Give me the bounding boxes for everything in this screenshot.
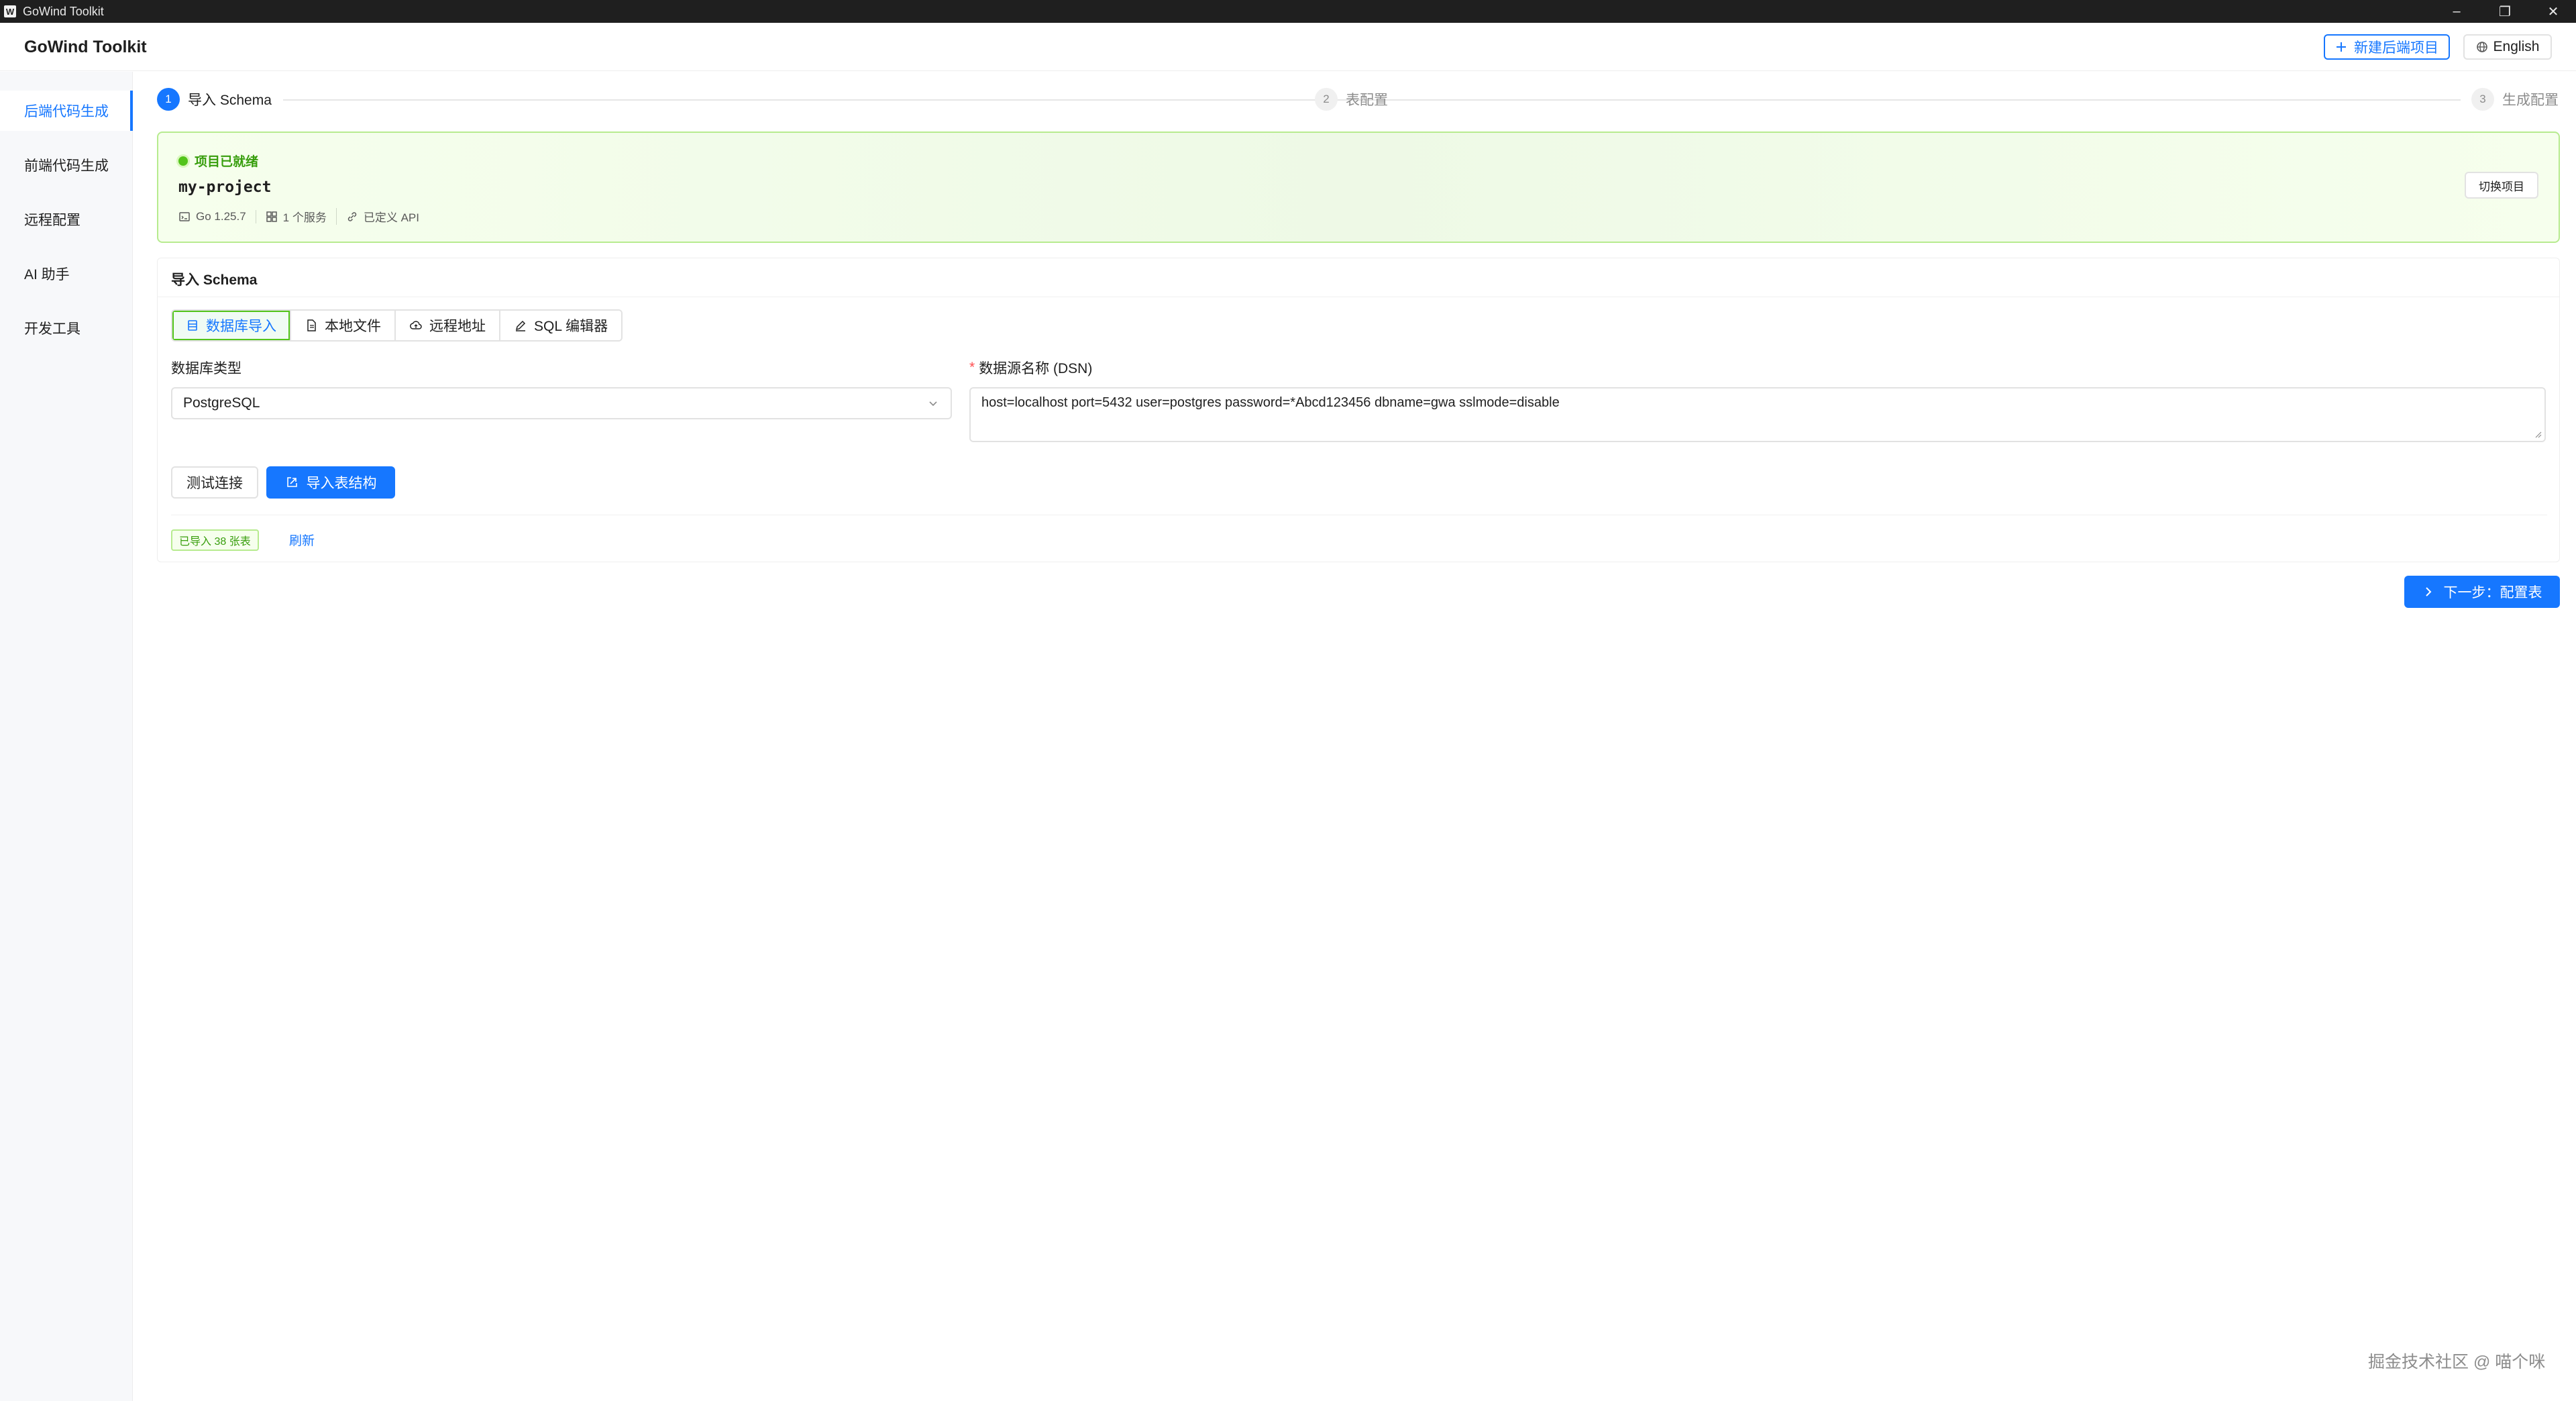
test-connection-button[interactable]: 测试连接 (171, 466, 258, 499)
required-mark: * (969, 360, 975, 375)
code-icon (179, 211, 190, 221)
tab-label: 数据库导入 (206, 319, 276, 334)
step-connector (1399, 99, 2461, 101)
project-ready-card: 项目已就绪 my-project Go 1.25.7 1 个服务 已定义 API… (157, 132, 2560, 243)
tab-label: 本地文件 (325, 319, 381, 334)
tab-remote-url[interactable]: 远程地址 (396, 311, 500, 340)
sidebar-item-dev-tools[interactable]: 开发工具 (0, 308, 133, 348)
next-step-button[interactable]: 下一步：配置表 (2404, 576, 2560, 608)
step-label: 导入 Schema (188, 93, 272, 108)
resize-grip-icon[interactable] (2534, 430, 2542, 438)
sidebar: 后端代码生成 前端代码生成 远程配置 AI 助手 开发工具 (0, 72, 133, 1401)
tab-database-import[interactable]: 数据库导入 (172, 311, 291, 340)
minimize-button[interactable]: – (2432, 0, 2481, 23)
api-meta: 已定义 API (337, 208, 429, 225)
api-defined: 已定义 API (363, 211, 419, 224)
language-button[interactable]: English (2463, 34, 2552, 60)
step-table-config[interactable]: 2 表配置 (1315, 86, 1388, 113)
panel-title: 导入 Schema (171, 272, 258, 288)
cloud-icon (410, 321, 422, 329)
dsn-label: * 数据源名称 (DSN) (969, 358, 1092, 378)
plus-icon (2337, 42, 2346, 52)
tab-local-file[interactable]: 本地文件 (291, 311, 396, 340)
restore-button[interactable]: ❐ (2481, 0, 2529, 23)
project-status: 项目已就绪 (178, 152, 258, 170)
go-version-meta: Go 1.25.7 (178, 209, 256, 223)
status-dot-icon (178, 156, 188, 166)
window-titlebar: W GoWind Toolkit – ❐ ✕ (0, 0, 2576, 23)
imported-count-badge: 已导入 38 张表 (171, 529, 259, 551)
project-meta: Go 1.25.7 1 个服务 已定义 API (178, 208, 429, 225)
services-count: 1 个服务 (282, 211, 327, 224)
edit-icon (515, 320, 526, 331)
app-icon: W (4, 5, 16, 17)
close-button[interactable]: ✕ (2529, 0, 2576, 23)
step-label: 生成配置 (2502, 93, 2559, 108)
project-status-text: 项目已就绪 (195, 155, 259, 169)
new-backend-project-label: 新建后端项目 (2354, 40, 2438, 56)
db-type-select[interactable]: PostgreSQL (171, 387, 952, 419)
dsn-textarea[interactable]: host=localhost port=5432 user=postgres p… (969, 387, 2546, 442)
chevron-down-icon (929, 401, 937, 407)
next-step-label: 下一步：配置表 (2443, 585, 2542, 601)
go-version: Go 1.25.7 (196, 209, 246, 223)
step-number: 1 (157, 88, 180, 111)
sidebar-item-ai-assistant[interactable]: AI 助手 (0, 254, 133, 294)
step-import-schema[interactable]: 1 导入 Schema (157, 86, 272, 113)
database-icon (188, 320, 197, 331)
import-source-tabs: 数据库导入 本地文件 远程地址 SQL 编辑器 (171, 309, 623, 342)
window-title: GoWind Toolkit (23, 4, 104, 18)
sidebar-item-frontend-codegen[interactable]: 前端代码生成 (0, 145, 133, 185)
file-icon (307, 319, 316, 331)
step-number: 2 (1315, 88, 1338, 111)
language-label: English (2493, 39, 2540, 54)
db-type-value: PostgreSQL (183, 395, 260, 411)
project-name: my-project (178, 178, 272, 196)
services-meta: 1 个服务 (256, 208, 337, 225)
app-header: GoWind Toolkit 新建后端项目 English (0, 23, 2576, 71)
step-label: 表配置 (1346, 93, 1388, 108)
watermark: 掘金技术社区 @ 喵个咪 (2368, 1353, 2546, 1371)
new-backend-project-button[interactable]: 新建后端项目 (2324, 34, 2450, 60)
tab-sql-editor[interactable]: SQL 编辑器 (500, 311, 622, 340)
dsn-label-text: 数据源名称 (DSN) (979, 361, 1093, 376)
dsn-value: host=localhost port=5432 user=postgres p… (981, 395, 1560, 410)
brand-title: GoWind Toolkit (24, 38, 147, 56)
step-connector (283, 99, 1454, 101)
tab-label: SQL 编辑器 (534, 319, 608, 334)
import-tables-button[interactable]: 导入表结构 (266, 466, 395, 499)
switch-project-button[interactable]: 切换项目 (2465, 172, 2538, 199)
sidebar-item-backend-codegen[interactable]: 后端代码生成 (0, 91, 133, 131)
db-type-label: 数据库类型 (171, 361, 241, 376)
grid-icon (266, 211, 277, 222)
import-tables-label: 导入表结构 (306, 476, 377, 491)
step-generate-config[interactable]: 3 生成配置 (2471, 86, 2559, 113)
globe-icon (2476, 42, 2487, 52)
chevron-right-icon (2425, 587, 2431, 596)
link-icon (347, 211, 357, 221)
import-icon (286, 477, 297, 487)
step-number: 3 (2471, 88, 2494, 111)
tab-label: 远程地址 (429, 319, 486, 334)
sidebar-item-remote-config[interactable]: 远程配置 (0, 199, 133, 240)
import-schema-panel: 导入 Schema 数据库导入 本地文件 远程地址 SQL 编辑器 数据库类型 … (157, 258, 2560, 562)
wizard-steps: 1 导入 Schema 2 表配置 3 生成配置 (157, 86, 2560, 113)
refresh-link[interactable]: 刷新 (289, 531, 315, 549)
